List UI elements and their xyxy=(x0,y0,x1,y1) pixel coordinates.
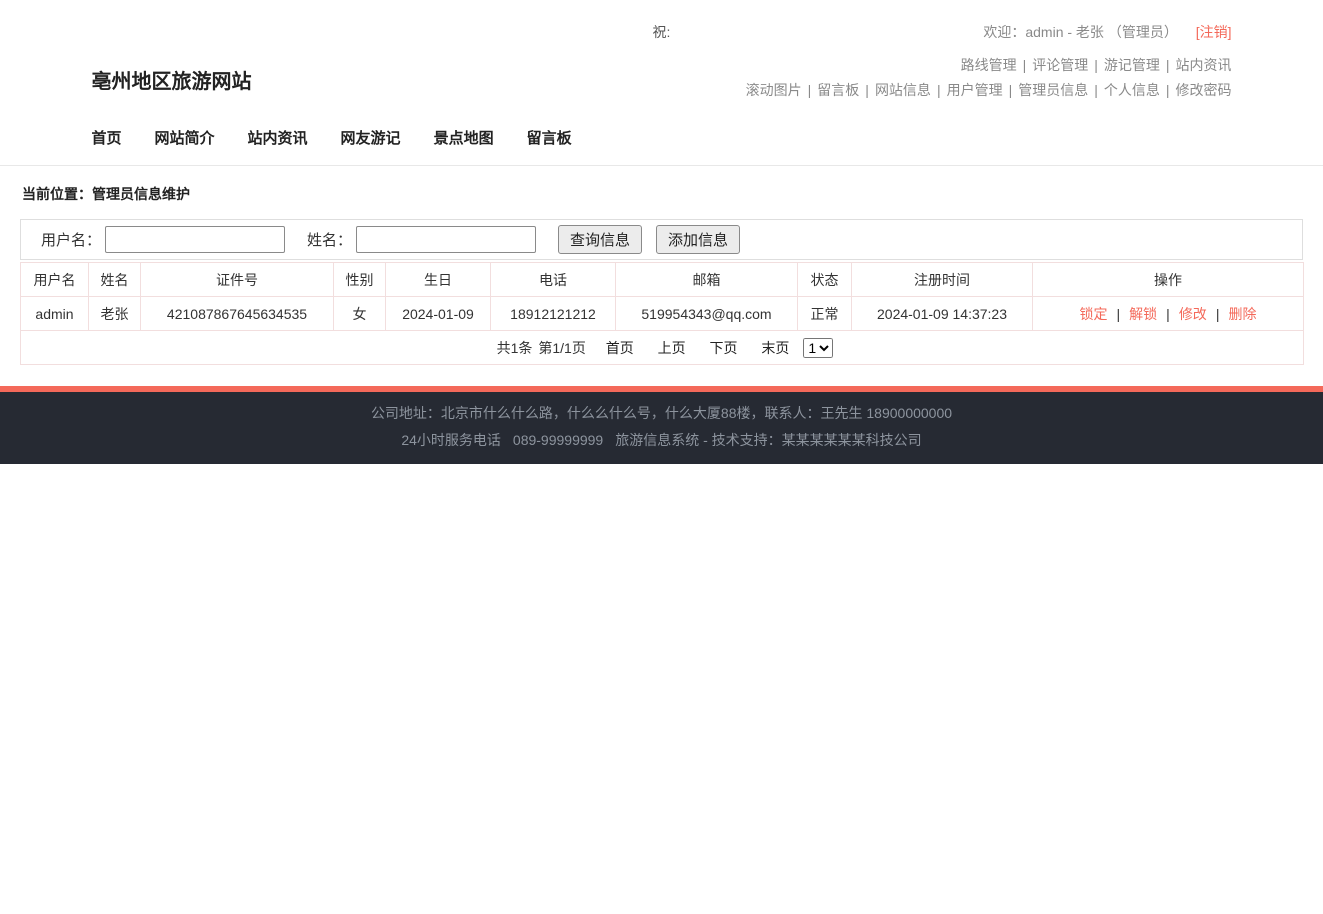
admin-link-site-info[interactable]: 网站信息 xyxy=(875,82,931,98)
cell-actions: 锁定 | 解锁 | 修改 | 删除 xyxy=(1032,296,1304,331)
nav-message-board[interactable]: 留言板 xyxy=(527,127,572,148)
admin-link-message-board[interactable]: 留言板 xyxy=(817,82,859,98)
admin-link-admin-info[interactable]: 管理员信息 xyxy=(1018,82,1088,98)
footer-line2: 24小时服务电话 089-99999999 旅游信息系统 - 技术支持：某某某某某某… xyxy=(0,427,1323,454)
cell-phone: 18912121212 xyxy=(490,296,616,331)
footer-tech-support: 旅游信息系统 - 技术支持：某某某某某某科技公司 xyxy=(615,432,922,448)
col-status: 状态 xyxy=(797,262,852,297)
breadcrumb: 当前位置：管理员信息维护 xyxy=(22,186,190,202)
lock-link[interactable]: 锁定 xyxy=(1080,306,1108,322)
table-header-row: 用户名 姓名 证件号 性别 生日 电话 邮箱 状态 注册时间 操作 xyxy=(20,262,1304,297)
col-username: 用户名 xyxy=(20,262,89,297)
cell-gender: 女 xyxy=(333,296,386,331)
logout-link[interactable]: [注销] xyxy=(1196,24,1232,40)
next-page-link[interactable]: 下页 xyxy=(710,340,738,356)
nav-site-news[interactable]: 站内资讯 xyxy=(248,127,308,148)
nav-travel-notes[interactable]: 网友游记 xyxy=(341,127,401,148)
admin-link-route-manage[interactable]: 路线管理 xyxy=(961,57,1017,73)
prev-page-link[interactable]: 上页 xyxy=(658,340,686,356)
footer-service-phone: 089-99999999 xyxy=(512,432,604,448)
admin-link-travelnote-manage[interactable]: 游记管理 xyxy=(1104,57,1160,73)
page-info: 第1/1页 xyxy=(538,339,586,356)
admin-link-carousel[interactable]: 滚动图片 xyxy=(746,82,802,98)
admin-links: 路线管理 | 评论管理 | 游记管理 | 站内资讯 滚动图片 | 留言板 | 网站信息 | 用户管理 | 管… xyxy=(746,53,1232,103)
nav-home[interactable]: 首页 xyxy=(92,127,122,148)
add-button[interactable]: 添加信息 xyxy=(656,225,741,254)
edit-link[interactable]: 修改 xyxy=(1179,306,1207,322)
search-panel: 用户名： 姓名： 查询信息 添加信息 xyxy=(20,219,1303,260)
page-footer: 公司地址：北京市什么什么路，什么么什么号，什么大厦88楼，联系人：王先生 189… xyxy=(0,386,1323,464)
cell-register-time: 2024-01-09 14:37:23 xyxy=(851,296,1033,331)
pagination-row: 共1条 第1/1页 首页 上页 下页 末页 1 xyxy=(20,330,1304,365)
admin-table: 用户名 姓名 证件号 性别 生日 电话 邮箱 状态 注册时间 操作 admin … xyxy=(20,262,1304,365)
user-welcome: 欢迎：admin - 老张 （管理员） [注销] xyxy=(983,22,1231,42)
cell-email: 519954343@qq.com xyxy=(615,296,798,331)
site-header: 亳州地区旅游网站 路线管理 | 评论管理 | 游记管理 | 站内资讯 滚动图片 | 留言板 | 网站… xyxy=(0,45,1323,115)
delete-link[interactable]: 删除 xyxy=(1228,306,1256,322)
admin-link-site-news[interactable]: 站内资讯 xyxy=(1176,57,1232,73)
username-input[interactable] xyxy=(105,226,286,253)
top-bar: 祝: 欢迎：admin - 老张 （管理员） [注销] xyxy=(0,0,1323,45)
main-nav: 首页 网站简介 站内资讯 网友游记 景点地图 留言板 xyxy=(92,115,1232,165)
admin-links-row1: 路线管理 | 评论管理 | 游记管理 | 站内资讯 xyxy=(960,57,1232,73)
page-select[interactable]: 1 xyxy=(803,337,834,358)
pagination: 共1条 第1/1页 首页 上页 下页 末页 1 xyxy=(491,337,834,358)
username-label: 用户名： xyxy=(41,232,102,249)
admin-links-row2: 滚动图片 | 留言板 | 网站信息 | 用户管理 | 管理员信息 | 个人信息 | 修改密码 xyxy=(745,82,1232,98)
footer-line1: 公司地址：北京市什么什么路，什么么什么号，什么大厦88楼，联系人：王先生 189… xyxy=(370,405,953,421)
admin-link-change-password[interactable]: 修改密码 xyxy=(1176,82,1232,98)
col-id-number: 证件号 xyxy=(140,262,334,297)
query-button[interactable]: 查询信息 xyxy=(558,225,643,254)
col-phone: 电话 xyxy=(490,262,616,297)
unlock-link[interactable]: 解锁 xyxy=(1129,306,1157,322)
first-page-link[interactable]: 首页 xyxy=(606,340,634,356)
footer-service-label: 24小时服务电话 xyxy=(401,432,501,448)
welcome-text: 欢迎：admin - 老张 （管理员） xyxy=(983,24,1178,40)
col-name: 姓名 xyxy=(88,262,141,297)
last-page-link[interactable]: 末页 xyxy=(761,340,789,356)
admin-link-user-manage[interactable]: 用户管理 xyxy=(947,82,1003,98)
name-label: 姓名： xyxy=(307,232,353,249)
cell-username: admin xyxy=(20,296,89,331)
cell-id-number: 421087867645634535 xyxy=(140,296,334,331)
site-title: 亳州地区旅游网站 xyxy=(91,71,252,93)
name-input[interactable] xyxy=(356,226,537,253)
main-nav-wrap: 首页 网站简介 站内资讯 网友游记 景点地图 留言板 xyxy=(0,115,1323,166)
nav-site-intro[interactable]: 网站简介 xyxy=(155,127,215,148)
cell-name: 老张 xyxy=(88,296,141,331)
table-row: admin 老张 421087867645634535 女 2024-01-09… xyxy=(20,296,1304,331)
col-actions: 操作 xyxy=(1032,262,1304,297)
col-email: 邮箱 xyxy=(615,262,798,297)
col-register-time: 注册时间 xyxy=(851,262,1033,297)
col-birthday: 生日 xyxy=(385,262,491,297)
col-gender: 性别 xyxy=(333,262,386,297)
announcement-text: 祝: xyxy=(652,24,671,40)
cell-birthday: 2024-01-09 xyxy=(385,296,491,331)
cell-status: 正常 xyxy=(797,296,852,331)
admin-link-comment-manage[interactable]: 评论管理 xyxy=(1032,57,1088,73)
admin-link-personal-info[interactable]: 个人信息 xyxy=(1104,82,1160,98)
total-count: 共1条 xyxy=(496,339,533,356)
nav-scenic-map[interactable]: 景点地图 xyxy=(434,127,494,148)
